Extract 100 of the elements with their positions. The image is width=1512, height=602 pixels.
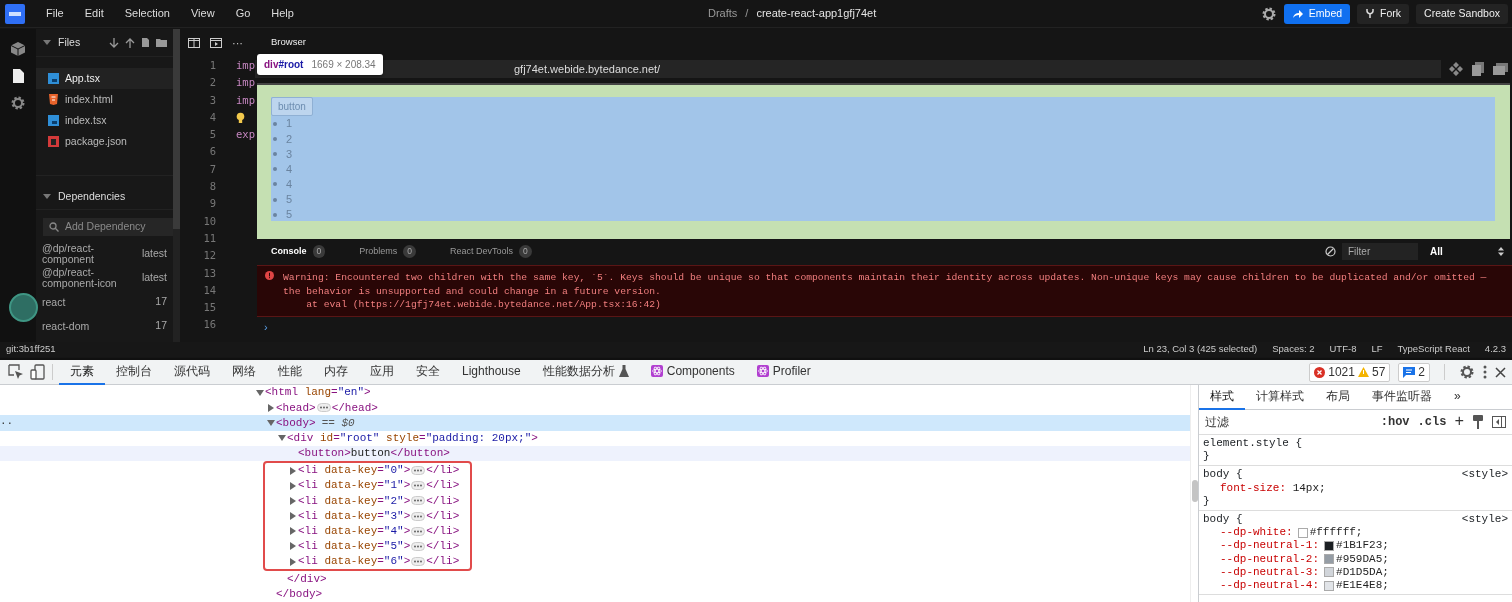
status-item[interactable]: Ln 23, Col 3 (425 selected) bbox=[1143, 342, 1258, 357]
breadcrumb-item[interactable]: create-react-app1gfj74et bbox=[756, 5, 877, 22]
paint-icon[interactable] bbox=[1472, 415, 1484, 429]
breadcrumb-item[interactable]: Drafts bbox=[708, 5, 738, 22]
color-swatch[interactable] bbox=[1324, 580, 1335, 591]
color-swatch[interactable] bbox=[1324, 567, 1335, 578]
caret-icon[interactable] bbox=[289, 481, 297, 490]
source-link[interactable]: <style> bbox=[1461, 468, 1508, 482]
console-tab[interactable]: Problems 0 bbox=[359, 244, 416, 259]
tree-row[interactable]: <li data-key="2"> </li> bbox=[265, 493, 470, 509]
cube-icon[interactable] bbox=[10, 41, 26, 57]
scrollbar-thumb[interactable] bbox=[173, 29, 180, 229]
clear-icon[interactable] bbox=[1325, 246, 1336, 257]
console-prompt[interactable]: › bbox=[255, 318, 1512, 335]
tree-row[interactable]: <head> </head> bbox=[0, 400, 1190, 416]
add-rule-button[interactable]: + bbox=[1454, 410, 1464, 434]
devtools-tab[interactable]: 应用 bbox=[359, 359, 405, 385]
menu-item[interactable]: Selection bbox=[124, 5, 170, 22]
menu-item[interactable]: View bbox=[190, 5, 215, 22]
caret-icon[interactable] bbox=[289, 466, 297, 475]
caret-icon[interactable] bbox=[267, 403, 275, 412]
issue-counter[interactable]: 1021 57 bbox=[1309, 362, 1391, 382]
console-tab[interactable]: Console 0 bbox=[271, 244, 326, 259]
tree-row[interactable]: ·· <body> == $0 bbox=[0, 415, 1190, 431]
devtools-tab[interactable]: 安全 bbox=[405, 359, 451, 385]
status-item[interactable]: TypeScript React bbox=[1397, 342, 1470, 357]
lightbulb-icon[interactable] bbox=[236, 111, 246, 124]
ellipsis-icon[interactable] bbox=[411, 481, 426, 491]
message-counter[interactable]: 2 bbox=[1398, 362, 1430, 382]
caret-icon[interactable] bbox=[267, 418, 275, 427]
ellipsis-icon[interactable] bbox=[411, 557, 426, 567]
git-branch[interactable]: git:3b1ff251 bbox=[6, 342, 56, 357]
devtools-tab[interactable]: 源代码 bbox=[163, 359, 221, 385]
class-button[interactable]: .cls bbox=[1417, 413, 1447, 431]
search-field[interactable]: Add Dependency bbox=[43, 218, 173, 236]
settings-icon[interactable] bbox=[10, 95, 26, 111]
caret-icon[interactable] bbox=[289, 527, 297, 536]
tree-row[interactable]: <li data-key="1"> </li> bbox=[265, 478, 470, 494]
caret-icon[interactable] bbox=[289, 496, 297, 505]
caret-icon[interactable] bbox=[42, 38, 52, 47]
styles-tab[interactable]: 布局 bbox=[1315, 384, 1361, 410]
caret-icon[interactable] bbox=[289, 557, 297, 566]
panel-tab[interactable]: Browser bbox=[271, 34, 306, 50]
tree-row[interactable]: <li data-key="4"> </li> bbox=[265, 523, 470, 539]
device-icon[interactable] bbox=[30, 364, 46, 380]
menu-item[interactable]: Go bbox=[235, 5, 251, 22]
tree-row[interactable]: <li data-key="0"> </li> bbox=[265, 462, 470, 479]
tree-row[interactable]: <html lang="en"> bbox=[0, 385, 1190, 401]
color-swatch[interactable] bbox=[1324, 554, 1335, 565]
sidebar-file-entry[interactable]: App.tsx bbox=[36, 68, 173, 89]
window-icon[interactable] bbox=[1493, 62, 1508, 76]
create-sandbox-button[interactable]: Create Sandbox bbox=[1416, 3, 1508, 24]
status-item[interactable]: UTF-8 bbox=[1329, 342, 1357, 357]
devtools-tab[interactable]: Profiler bbox=[745, 359, 822, 385]
more-icon[interactable] bbox=[1483, 365, 1487, 379]
scrollbar-thumb[interactable] bbox=[1192, 480, 1198, 502]
tree-row[interactable]: <div id="root" style="padding: 20px;"> bbox=[0, 430, 1190, 446]
source-link[interactable]: <style> bbox=[1461, 513, 1508, 527]
filter-field[interactable]: Filter bbox=[1342, 243, 1418, 260]
devtools-tab[interactable]: 元素 bbox=[59, 359, 105, 385]
caret-icon[interactable] bbox=[256, 388, 264, 397]
inspect-icon[interactable] bbox=[8, 364, 24, 380]
status-item[interactable]: 4.2.3 bbox=[1484, 342, 1506, 357]
styles-tab[interactable]: 计算样式 bbox=[1245, 384, 1315, 410]
caret-icon[interactable] bbox=[289, 512, 297, 521]
ellipsis-icon[interactable] bbox=[411, 541, 426, 551]
more-tabs-button[interactable]: » bbox=[1443, 384, 1472, 410]
diamonds-icon[interactable] bbox=[1449, 62, 1463, 76]
ellipsis-icon[interactable] bbox=[411, 511, 426, 521]
ellipsis-icon[interactable] bbox=[411, 466, 426, 476]
devtools-tab[interactable]: 网络 bbox=[221, 359, 267, 385]
fork-button[interactable]: Fork bbox=[1357, 3, 1410, 24]
devtools-tab[interactable]: Components bbox=[639, 359, 746, 385]
tree-row[interactable]: <li data-key="3"> </li> bbox=[265, 508, 470, 524]
settings-icon[interactable] bbox=[1459, 364, 1475, 380]
ellipsis-icon[interactable] bbox=[316, 403, 331, 413]
status-item[interactable]: LF bbox=[1371, 342, 1383, 357]
devtools-tab[interactable]: 内存 bbox=[313, 359, 359, 385]
new-file-icon[interactable] bbox=[141, 37, 150, 48]
caret-icon[interactable] bbox=[42, 192, 52, 201]
color-swatch[interactable] bbox=[1324, 541, 1335, 551]
embed-button[interactable]: Embed bbox=[1283, 3, 1351, 24]
more-button[interactable]: ··· bbox=[232, 34, 243, 52]
menu-item[interactable]: Help bbox=[271, 5, 294, 22]
split-view-icon[interactable] bbox=[188, 38, 200, 48]
devtools-tab[interactable]: 性能数据分析 bbox=[531, 359, 640, 385]
styles-tab[interactable]: 样式 bbox=[1199, 384, 1245, 410]
color-swatch[interactable] bbox=[1297, 527, 1308, 538]
status-item[interactable]: Spaces: 2 bbox=[1272, 342, 1315, 357]
caret-icon[interactable] bbox=[289, 542, 297, 551]
devtools-tab[interactable]: 控制台 bbox=[105, 359, 163, 385]
ellipsis-icon[interactable] bbox=[411, 496, 426, 506]
download-icon[interactable] bbox=[109, 36, 119, 49]
copy-icon[interactable] bbox=[1471, 62, 1485, 76]
sidebar-file-entry[interactable]: package.json bbox=[36, 131, 173, 152]
styles-tab[interactable]: 事件监听器 bbox=[1361, 384, 1443, 410]
menu-item[interactable]: Edit bbox=[84, 5, 104, 22]
caret-icon[interactable] bbox=[278, 434, 286, 443]
devtools-tab[interactable]: Lighthouse bbox=[451, 359, 532, 385]
tree-row[interactable]: <li data-key="5"> </li> bbox=[265, 538, 470, 555]
